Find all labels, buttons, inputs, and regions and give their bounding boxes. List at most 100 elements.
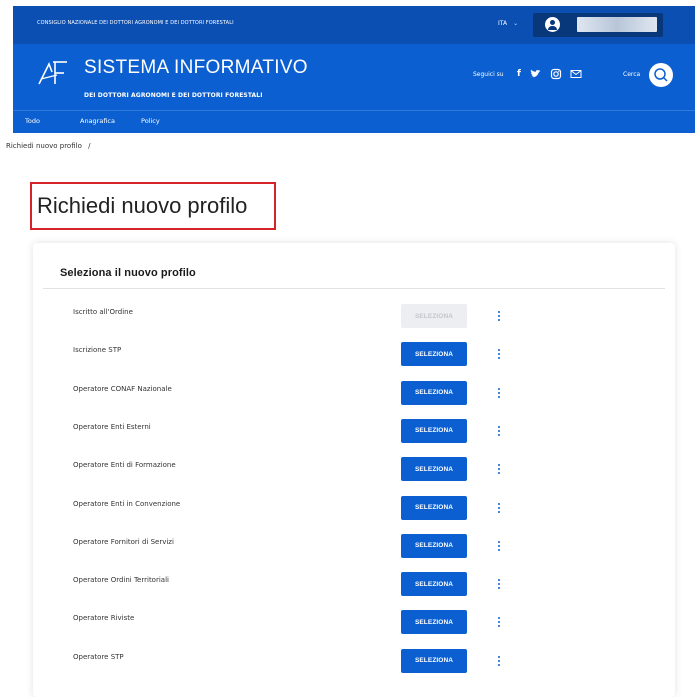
kebab-dot [498, 464, 500, 467]
kebab-dot [498, 579, 500, 582]
profile-row: Iscrizione STP SELEZIONA [33, 342, 675, 378]
profile-row: Iscritto all'Ordine SELEZIONA [33, 304, 675, 340]
select-profile-button[interactable]: SELEZIONA [401, 342, 467, 367]
kebab-dot [498, 311, 500, 313]
page-title: Richiedi nuovo profilo [37, 193, 248, 218]
language-label: ITA [498, 20, 508, 27]
kebab-dot [498, 621, 500, 624]
select-profile-button[interactable]: SELEZIONA [401, 457, 467, 482]
instagram-icon[interactable] [550, 68, 562, 80]
select-profile-button[interactable]: SELEZIONA [401, 648, 467, 673]
select-profile-button[interactable]: SELEZIONA [401, 304, 467, 328]
search-button[interactable] [649, 63, 673, 87]
profile-label: Operatore CONAF Nazionale [73, 384, 172, 393]
more-options-icon[interactable] [495, 311, 503, 325]
nav-item-anagrafica[interactable]: Anagrafica [80, 117, 115, 125]
kebab-dot [498, 502, 500, 505]
kebab-dot [498, 357, 500, 360]
more-options-icon[interactable] [495, 464, 503, 478]
profile-row: Operatore STP SELEZIONA [33, 648, 675, 685]
more-options-icon[interactable] [495, 387, 503, 402]
search-label: Cerca [623, 71, 641, 78]
kebab-dot [498, 583, 500, 586]
profile-row: Operatore CONAF Nazionale SELEZIONA [33, 380, 675, 417]
profile-label: Operatore Ordini Territoriali [73, 576, 169, 585]
facebook-icon[interactable]: f [513, 68, 525, 80]
chevron-down-icon: ⌄ [513, 20, 519, 27]
select-profile-button[interactable]: SELEZIONA [401, 380, 467, 405]
kebab-dot [498, 617, 500, 620]
profile-label: Operatore STP [73, 652, 124, 661]
kebab-dot [498, 540, 500, 543]
profile-label: Operatore Enti in Convenzione [73, 499, 181, 508]
kebab-dot [498, 391, 500, 394]
profile-label: Operatore Fornitori di Servizi [73, 537, 174, 546]
profile-row: Operatore Fornitori di Servizi SELEZIONA [33, 533, 675, 570]
kebab-dot [498, 472, 500, 475]
kebab-dot [498, 587, 500, 590]
nav-item-policy[interactable]: Policy [141, 117, 160, 125]
profile-row: Operatore Ordini Territoriali SELEZIONA [33, 572, 675, 608]
select-profile-button[interactable]: SELEZIONA [401, 533, 467, 558]
profile-label: Iscritto all'Ordine [73, 308, 133, 316]
select-profile-button[interactable]: SELEZIONA [401, 418, 467, 443]
more-options-icon[interactable] [495, 502, 503, 517]
kebab-dot [498, 468, 500, 471]
profile-label: Iscrizione STP [73, 346, 122, 355]
twitter-icon[interactable] [529, 68, 541, 80]
kebab-dot [498, 315, 500, 317]
language-selector[interactable]: ITA ⌄ [498, 20, 518, 27]
top-bar: CONSIGLIO NAZIONALE DEI DOTTORI AGRONOMI… [13, 6, 695, 44]
select-profile-button[interactable]: SELEZIONA [401, 610, 467, 635]
kebab-dot [498, 349, 500, 352]
logo-icon[interactable] [37, 58, 69, 88]
main-nav: Todo Anagrafica Policy [13, 110, 695, 133]
select-profile-button[interactable]: SELEZIONA [401, 495, 467, 520]
profile-row: Operatore Enti di Formazione SELEZIONA [33, 457, 675, 493]
kebab-dot [498, 433, 500, 436]
search-icon [654, 68, 668, 82]
profile-row: Operatore Riviste SELEZIONA [33, 610, 675, 646]
breadcrumb: Richiedi nuovo profilo / [6, 142, 90, 150]
nav-item-todo[interactable]: Todo [25, 117, 40, 125]
user-avatar-icon [545, 17, 560, 32]
breadcrumb-separator: / [88, 142, 91, 150]
kebab-dot [498, 425, 500, 428]
divider [43, 288, 665, 289]
kebab-dot [498, 429, 500, 432]
kebab-dot [498, 387, 500, 390]
kebab-dot [498, 510, 500, 513]
kebab-dot [498, 395, 500, 398]
card-title: Seleziona il nuovo profilo [60, 267, 196, 279]
profile-label: Operatore Riviste [73, 614, 135, 623]
kebab-dot [498, 659, 500, 662]
kebab-dot [498, 548, 500, 551]
more-options-icon[interactable] [495, 655, 503, 670]
more-options-icon[interactable] [495, 349, 503, 363]
user-menu[interactable] [533, 13, 663, 37]
select-profile-button[interactable]: SELEZIONA [401, 572, 467, 597]
organization-name[interactable]: CONSIGLIO NAZIONALE DEI DOTTORI AGRONOMI… [37, 20, 234, 26]
kebab-dot [498, 319, 500, 321]
profile-label: Operatore Enti Esterni [73, 422, 151, 431]
profile-label: Operatore Enti di Formazione [73, 461, 176, 470]
page-title-highlight: Richiedi nuovo profilo [30, 182, 276, 230]
site-header: SISTEMA INFORMATIVO DEI DOTTORI AGRONOMI… [13, 44, 695, 110]
profile-row: Operatore Enti in Convenzione SELEZIONA [33, 495, 675, 532]
mail-icon[interactable] [570, 68, 582, 80]
more-options-icon[interactable] [495, 425, 503, 440]
site-subtitle: DEI DOTTORI AGRONOMI E DEI DOTTORI FORES… [84, 92, 263, 99]
kebab-dot [498, 544, 500, 547]
profile-selection-card: Seleziona il nuovo profilo Iscritto all'… [33, 243, 675, 697]
kebab-dot [498, 625, 500, 628]
kebab-dot [498, 353, 500, 356]
breadcrumb-current[interactable]: Richiedi nuovo profilo [6, 142, 82, 150]
kebab-dot [498, 506, 500, 509]
follow-us-label: Seguici su [473, 71, 504, 78]
profile-row: Operatore Enti Esterni SELEZIONA [33, 418, 675, 455]
site-title[interactable]: SISTEMA INFORMATIVO [84, 57, 308, 79]
more-options-icon[interactable] [495, 617, 503, 631]
more-options-icon[interactable] [495, 579, 503, 593]
user-name-redacted [577, 17, 657, 32]
more-options-icon[interactable] [495, 540, 503, 555]
